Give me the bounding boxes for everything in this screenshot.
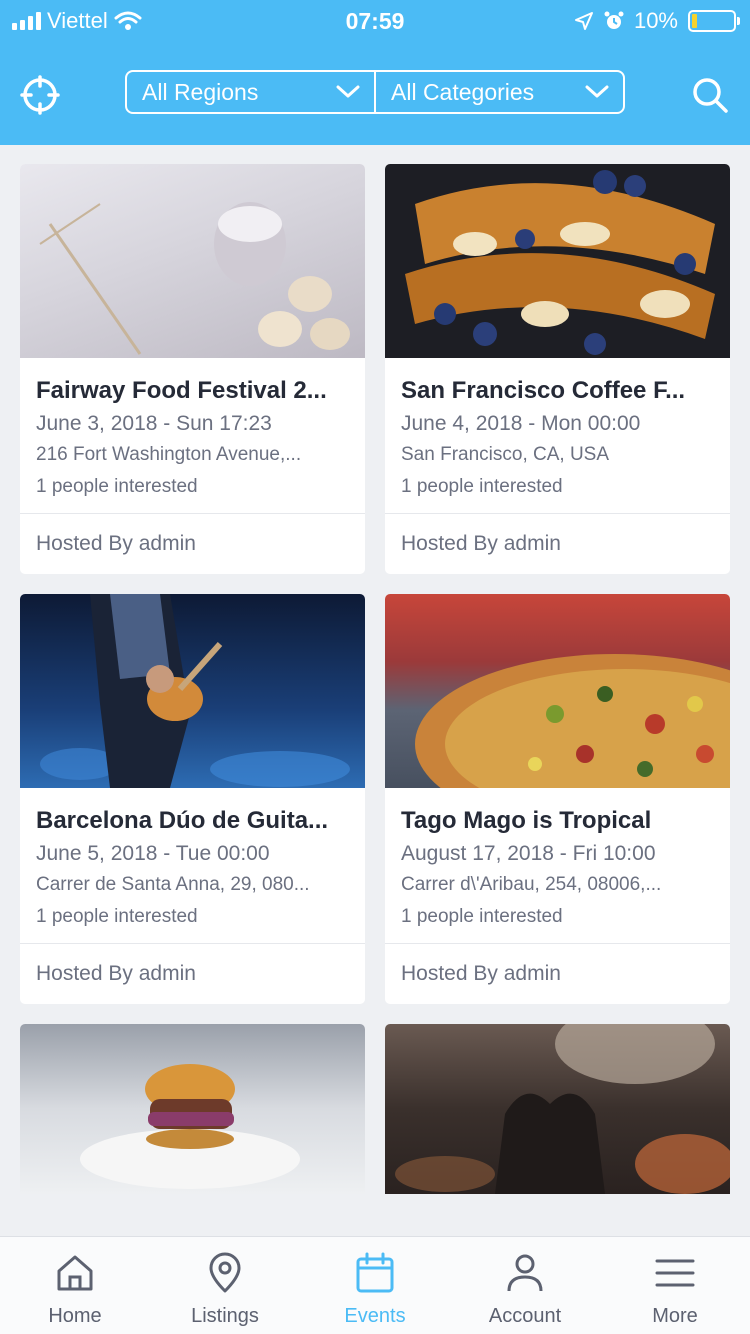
chevron-down-icon [336, 85, 360, 98]
event-card[interactable]: San Francisco Coffee F... June 4, 2018 -… [385, 164, 730, 574]
event-interest-count: 1 people interested [401, 906, 563, 927]
filter-group: All Regions All Categories [125, 70, 625, 114]
event-interest-count: 1 people interested [36, 476, 198, 497]
event-host: Hosted By admin [401, 962, 561, 985]
event-card[interactable]: Tago Mago is Tropical August 17, 2018 - … [385, 594, 730, 1004]
event-interest-count: 1 people interested [36, 906, 198, 927]
category-dropdown-label: All Categories [391, 78, 535, 105]
tab-account[interactable]: Account [450, 1237, 600, 1334]
event-info: Barcelona Dúo de Guita... June 5, 2018 -… [20, 788, 365, 944]
event-image-guitar [20, 594, 365, 788]
event-address: Carrer de Santa Anna, 29, 080... [36, 874, 310, 895]
event-image-concert [385, 1024, 730, 1194]
home-icon [57, 1255, 93, 1291]
tab-events[interactable]: Events [300, 1237, 450, 1334]
event-address: San Francisco, CA, USA [401, 444, 610, 465]
event-card[interactable] [20, 1024, 365, 1194]
tab-label: Events [344, 1305, 406, 1327]
tab-label: Account [488, 1305, 562, 1327]
event-date: June 4, 2018 - Mon 00:00 [401, 412, 641, 435]
location-arrow-icon [574, 12, 593, 30]
event-card[interactable] [385, 1024, 730, 1194]
tab-label: Listings [191, 1305, 259, 1327]
tab-home[interactable]: Home [0, 1237, 150, 1334]
battery-percent: 10% [633, 8, 678, 33]
tab-listings[interactable]: Listings [150, 1237, 300, 1334]
event-image-coffee [385, 164, 730, 358]
category-dropdown[interactable]: All Categories [374, 72, 623, 112]
battery-icon [688, 10, 740, 32]
locate-me-icon[interactable] [20, 75, 60, 115]
event-date: June 5, 2018 - Tue 00:00 [36, 842, 270, 865]
event-title: Fairway Food Festival 2... [36, 377, 327, 404]
event-interest-count: 1 people interested [401, 476, 563, 497]
tab-label: Home [48, 1305, 102, 1327]
event-info: Fairway Food Festival 2... June 3, 2018 … [20, 358, 365, 514]
event-card[interactable]: Barcelona Dúo de Guita... June 5, 2018 -… [20, 594, 365, 1004]
region-dropdown-label: All Regions [142, 78, 259, 105]
tab-more[interactable]: More [600, 1237, 750, 1334]
user-icon [507, 1254, 543, 1292]
event-host: Hosted By admin [401, 532, 561, 555]
event-address: Carrer d\'Aribau, 254, 08006,... [401, 874, 662, 895]
search-icon[interactable] [690, 75, 730, 115]
bottom-tab-bar: Home Listings Events Account More [0, 1236, 750, 1334]
event-image-burger [20, 1024, 365, 1194]
calendar-icon [356, 1252, 394, 1293]
event-info: Tago Mago is Tropical August 17, 2018 - … [385, 788, 730, 944]
app-header: Viettel 07:59 10% All Regions All Catego… [0, 0, 750, 145]
event-date: June 3, 2018 - Sun 17:23 [36, 412, 272, 435]
event-info: San Francisco Coffee F... June 4, 2018 -… [385, 358, 730, 514]
event-address: 216 Fort Washington Avenue,... [36, 444, 302, 465]
event-date: August 17, 2018 - Fri 10:00 [401, 842, 656, 865]
event-title: Tago Mago is Tropical [401, 807, 652, 834]
chevron-down-icon [585, 85, 609, 98]
event-image-pizza [385, 594, 730, 788]
event-card[interactable]: Fairway Food Festival 2... June 3, 2018 … [20, 164, 365, 574]
event-host: Hosted By admin [36, 962, 196, 985]
menu-icon [655, 1259, 695, 1287]
region-dropdown[interactable]: All Regions [127, 72, 374, 112]
status-right: 10% [574, 8, 740, 34]
status-bar: Viettel 07:59 10% [0, 0, 750, 42]
event-title: Barcelona Dúo de Guita... [36, 807, 329, 834]
event-title: San Francisco Coffee F... [401, 377, 686, 404]
map-pin-icon [209, 1252, 241, 1293]
event-host: Hosted By admin [36, 532, 196, 555]
event-image-food-festival [20, 164, 365, 358]
tab-label: More [652, 1305, 698, 1327]
alarm-icon [604, 11, 624, 29]
